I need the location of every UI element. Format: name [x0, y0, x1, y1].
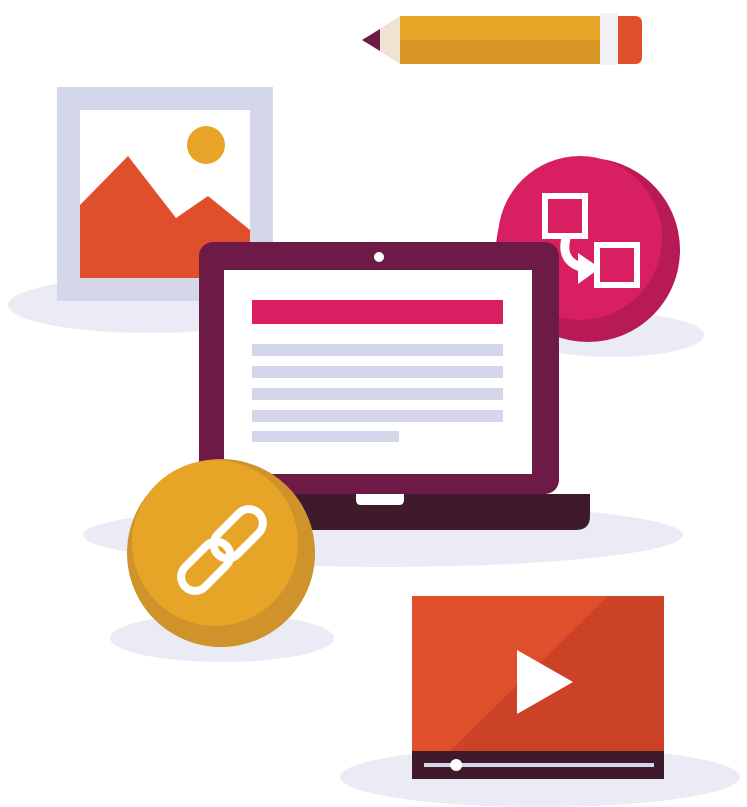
video-progress-knob — [450, 759, 463, 771]
content-line-2 — [252, 366, 503, 378]
content-line-4 — [252, 410, 503, 422]
content-line-1 — [252, 344, 503, 356]
content-line-5 — [252, 431, 399, 442]
video-player-icon — [412, 596, 664, 779]
pencil-body — [400, 16, 600, 40]
pencil-body-shade — [400, 40, 600, 64]
content-line-3 — [252, 388, 503, 400]
laptop-camera — [374, 252, 384, 262]
pencil-eraser — [618, 16, 642, 64]
pencil-icon — [362, 13, 642, 65]
sun-shape — [187, 126, 225, 164]
pencil-lead — [362, 29, 380, 51]
laptop-notch — [356, 494, 404, 505]
illustration-canvas — [8, 13, 740, 807]
content-header-bar — [252, 300, 503, 324]
pencil-band — [600, 13, 618, 65]
link-icon — [127, 459, 315, 647]
multimedia-illustration — [0, 0, 747, 807]
